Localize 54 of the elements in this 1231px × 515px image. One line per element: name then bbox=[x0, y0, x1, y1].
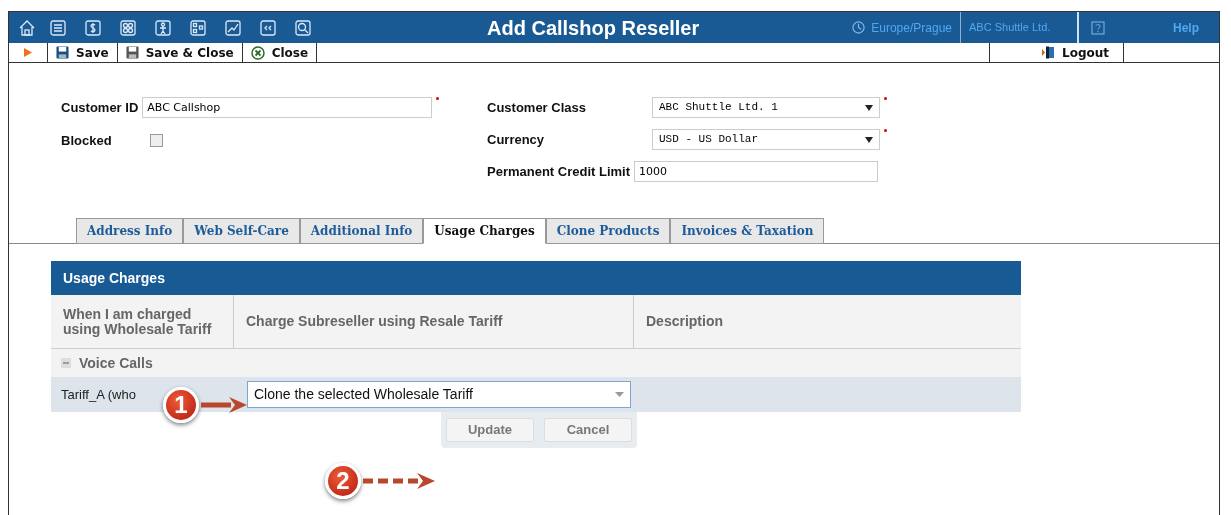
column-header: When I am charged using Wholesale Tariff bbox=[62, 304, 213, 339]
line-chart-icon[interactable] bbox=[224, 18, 242, 37]
dropdown-field[interactable]: ABC Shuttle Ltd. 1 bbox=[652, 97, 880, 118]
field-label: Currency bbox=[487, 130, 546, 149]
tab[interactable]: Additional Info bbox=[299, 218, 424, 244]
dollar-icon[interactable] bbox=[84, 18, 102, 37]
field-label: Blocked bbox=[61, 131, 112, 150]
toolbar-button[interactable]: Save bbox=[48, 43, 118, 62]
list-icon[interactable] bbox=[49, 18, 67, 37]
door-icon bbox=[1042, 46, 1056, 59]
column-header: Charge Subreseller using Resale Tariff bbox=[233, 295, 633, 348]
group-label: Voice Calls bbox=[79, 353, 153, 373]
tariff-dropdown[interactable]: Clone the selected Wholesale Tariff bbox=[247, 381, 631, 408]
column-header: Description bbox=[633, 295, 1021, 348]
tab[interactable]: Invoices & Taxation bbox=[670, 218, 825, 244]
step-number-badge: 2 bbox=[325, 463, 361, 499]
text-field[interactable]: ABC Callshop bbox=[142, 97, 433, 118]
arrow-icon bbox=[199, 395, 247, 415]
toolbar-button[interactable]: Save & Close bbox=[117, 43, 243, 62]
circles-icon[interactable] bbox=[119, 18, 137, 37]
required-mark-icon bbox=[884, 129, 887, 132]
dropdown-caret-icon bbox=[865, 104, 873, 111]
page-title: Add Callshop Reseller bbox=[487, 15, 700, 41]
step-number-badge: 1 bbox=[163, 387, 199, 423]
play-icon[interactable] bbox=[24, 48, 32, 57]
arrow-icon bbox=[361, 471, 435, 491]
field-label: Permanent Credit Limit bbox=[487, 162, 631, 181]
nodes-icon[interactable] bbox=[189, 18, 207, 37]
dropdown-caret-icon bbox=[865, 136, 873, 143]
person-icon[interactable] bbox=[154, 18, 172, 37]
close-icon bbox=[250, 45, 265, 60]
dropdown-field[interactable]: USD - US Dollar bbox=[652, 129, 880, 150]
action-button[interactable]: Cancel bbox=[544, 418, 632, 442]
search-icon[interactable] bbox=[294, 18, 312, 37]
tariff-name: Tariff_A (who bbox=[61, 385, 136, 404]
required-mark-icon bbox=[436, 97, 440, 100]
tab[interactable]: Clone Products bbox=[545, 218, 671, 244]
field-label: Customer Class bbox=[487, 98, 587, 117]
cc-icon[interactable] bbox=[259, 18, 277, 37]
tab[interactable]: Usage Charges bbox=[423, 218, 546, 244]
home-icon[interactable] bbox=[18, 18, 36, 37]
text-field[interactable]: 1000 bbox=[634, 161, 879, 182]
help-icon[interactable] bbox=[1091, 20, 1105, 35]
required-mark-icon bbox=[884, 97, 887, 100]
tab[interactable]: Address Info bbox=[76, 218, 184, 244]
field-label: Customer ID bbox=[61, 98, 139, 117]
logout-button[interactable]: Logout bbox=[989, 43, 1124, 62]
action-button[interactable]: Update bbox=[446, 418, 534, 442]
clock-icon bbox=[852, 21, 866, 34]
panel-header: Usage Charges bbox=[51, 261, 1021, 295]
tab[interactable]: Web Self-Care bbox=[183, 218, 300, 244]
toolbar-button[interactable]: Close bbox=[242, 43, 318, 62]
dropdown-caret-icon bbox=[615, 392, 624, 397]
checkbox[interactable] bbox=[149, 134, 163, 147]
